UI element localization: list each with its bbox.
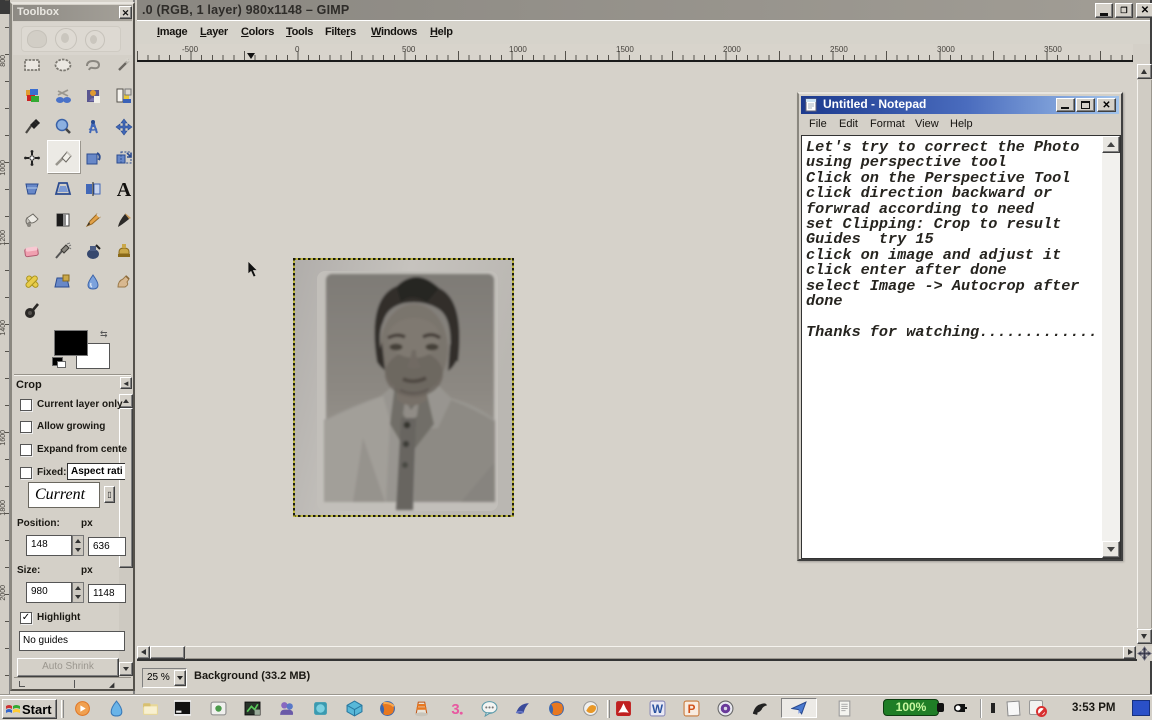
svg-text:P: P <box>688 703 696 716</box>
svg-text:3: 3 <box>451 702 459 717</box>
svg-text:A: A <box>117 180 132 198</box>
svg-text:W: W <box>652 703 663 716</box>
